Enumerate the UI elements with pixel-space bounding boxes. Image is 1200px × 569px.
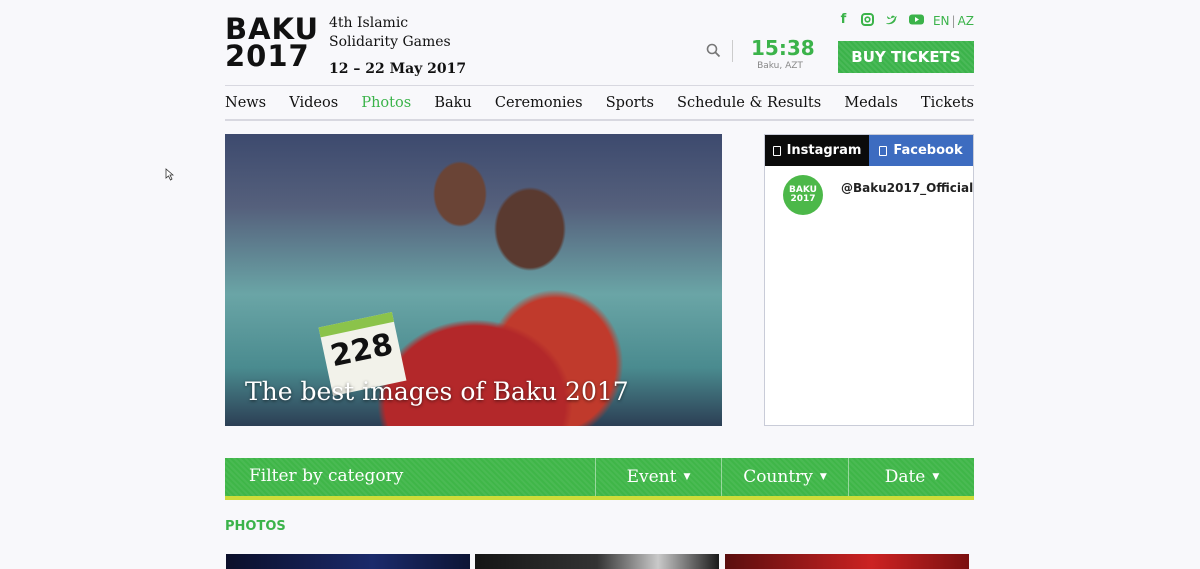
photo-thumbnail[interactable] <box>725 554 969 569</box>
filter-country-label: Country <box>743 467 813 487</box>
filter-event-label: Event <box>626 467 677 487</box>
main-nav: News Videos Photos Baku Ceremonies Sport… <box>225 85 974 121</box>
tab-facebook[interactable]: Facebook <box>869 135 973 166</box>
instagram-tab-icon <box>772 145 781 156</box>
instagram-icon[interactable] <box>861 13 874 26</box>
nav-item-photos[interactable]: Photos <box>361 95 411 111</box>
clock-time: 15:38 <box>751 36 815 60</box>
social-feed-box: Instagram Facebook BAKU 2017 @Baku2017_O… <box>764 134 974 426</box>
account-handle[interactable]: @Baku2017_Official <box>841 181 973 195</box>
nav-item-baku[interactable]: Baku <box>434 95 471 111</box>
bib-number: 228 <box>327 326 397 375</box>
nav-item-news[interactable]: News <box>225 95 266 111</box>
nav-item-tickets[interactable]: Tickets <box>921 95 974 111</box>
caret-down-icon: ▼ <box>819 472 827 482</box>
lang-separator: | <box>951 14 956 28</box>
tab-facebook-label: Facebook <box>893 143 963 158</box>
nav-item-videos[interactable]: Videos <box>289 95 338 111</box>
caret-down-icon: ▼ <box>683 472 691 482</box>
search-icon[interactable] <box>706 43 721 58</box>
nav-item-schedule-results[interactable]: Schedule & Results <box>677 95 821 111</box>
filter-country-dropdown[interactable]: Country ▼ <box>721 458 848 496</box>
games-title-line-1: 4th Islamic <box>329 15 409 31</box>
games-dates: 12 – 22 May 2017 <box>329 61 467 77</box>
youtube-icon[interactable] <box>909 13 924 26</box>
hero-title[interactable]: The best images of Baku 2017 <box>245 377 629 406</box>
language-switcher: EN | AZ <box>933 14 974 28</box>
instagram-account[interactable]: BAKU 2017 @Baku2017_Official <box>783 175 973 215</box>
nav-item-ceremonies[interactable]: Ceremonies <box>495 95 583 111</box>
nav-item-sports[interactable]: Sports <box>606 95 654 111</box>
filter-date-dropdown[interactable]: Date ▼ <box>848 458 975 496</box>
photo-thumbnail[interactable] <box>226 554 470 569</box>
social-tabs: Instagram Facebook <box>765 135 973 166</box>
logo-line-2: 2017 <box>225 39 310 73</box>
games-title: 4th Islamic Solidarity Games 12 – 22 May… <box>329 14 466 79</box>
filter-label: Filter by category <box>249 466 404 486</box>
baku-2017-logo[interactable]: BAKU 2017 <box>225 15 318 74</box>
tab-instagram-label: Instagram <box>786 143 862 158</box>
caret-down-icon: ▼ <box>932 472 940 482</box>
filter-date-label: Date <box>884 467 926 487</box>
filter-bar: Filter by category Event ▼ Country ▼ Date ▼ <box>225 458 974 500</box>
social-links: f <box>837 13 924 26</box>
lang-az[interactable]: AZ <box>958 14 974 28</box>
nav-item-medals[interactable]: Medals <box>844 95 897 111</box>
header-divider <box>732 40 733 62</box>
hero-image[interactable]: 228 The best images of Baku 2017 <box>225 134 722 426</box>
photo-thumbnail[interactable] <box>475 554 719 569</box>
lang-en[interactable]: EN <box>933 14 950 28</box>
clock-timezone: Baku, AZT <box>757 61 803 71</box>
tab-instagram[interactable]: Instagram <box>765 135 869 166</box>
facebook-tab-icon <box>879 145 888 156</box>
buy-tickets-button[interactable]: BUY TICKETS <box>838 41 974 73</box>
section-label-photos: PHOTOS <box>225 519 286 534</box>
facebook-icon[interactable]: f <box>837 13 850 26</box>
mouse-cursor-icon <box>165 166 175 185</box>
games-title-line-2: Solidarity Games <box>329 34 451 50</box>
avatar: BAKU 2017 <box>783 175 823 215</box>
page-container: BAKU 2017 4th Islamic Solidarity Games 1… <box>225 0 974 569</box>
local-clock: 15:38 Baku, AZT <box>751 36 815 72</box>
twitter-icon[interactable] <box>885 13 898 26</box>
filter-event-dropdown[interactable]: Event ▼ <box>595 458 721 496</box>
